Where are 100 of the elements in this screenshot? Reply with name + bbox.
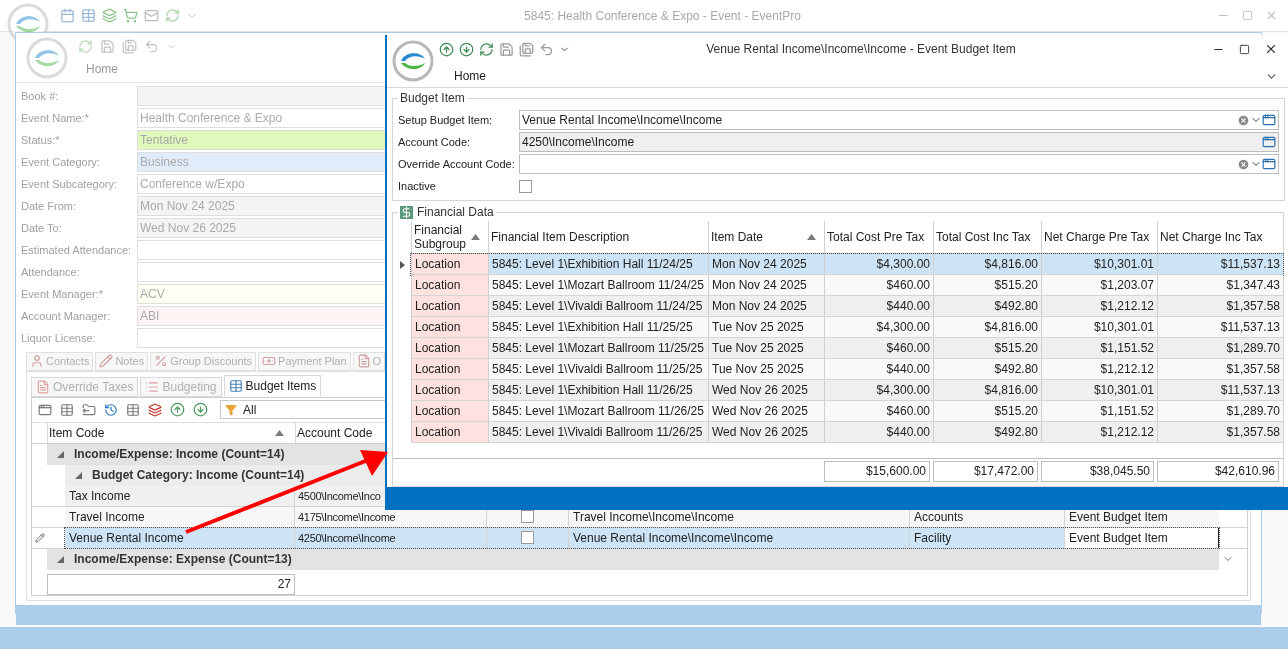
table-cell: $515.20 bbox=[933, 338, 1041, 358]
table-cell: Tue Nov 25 2025 bbox=[708, 359, 824, 379]
table-cell: $4,816.00 bbox=[933, 317, 1041, 337]
field-label: Date To: bbox=[20, 220, 63, 236]
table-cell: $11,537.13 bbox=[1157, 317, 1283, 337]
table-cell-text: Event Budget Item bbox=[1068, 508, 1169, 526]
table-cell: $4,300.00 bbox=[824, 380, 933, 400]
field-label: Inactive bbox=[398, 178, 437, 194]
table-cell: Location bbox=[411, 275, 488, 295]
table-cell: Mon Nov 24 2025 bbox=[708, 275, 824, 295]
field-label: Estimated Attendance: bbox=[20, 242, 133, 258]
table-cell: $1,357.58 bbox=[1157, 359, 1283, 379]
input-field[interactable]: Event Budget Item bbox=[1065, 527, 1219, 548]
table-cell: $1,151.52 bbox=[1041, 338, 1157, 358]
table-cell: 5845: Level 1\Mozart Ballroom 11/24/25 bbox=[488, 275, 708, 295]
table-cell: $4,816.00 bbox=[933, 254, 1041, 274]
table-cell: Location bbox=[411, 338, 488, 358]
table-cell: $10,301.01 bbox=[1041, 380, 1157, 400]
field-label: Event Name:* bbox=[20, 110, 90, 126]
table-cell: $440.00 bbox=[824, 359, 933, 379]
table-cell: Tax Income bbox=[65, 485, 295, 506]
table-cell: $1,151.52 bbox=[1041, 401, 1157, 421]
table-cell: $460.00 bbox=[824, 338, 933, 358]
table-cell: Location bbox=[411, 254, 488, 274]
field-label: Attendance: bbox=[20, 264, 81, 280]
total-field: $42,610.96 bbox=[1157, 461, 1279, 482]
table-cell: Mon Nov 24 2025 bbox=[708, 254, 824, 274]
table-cell: 5845: Level 1\Exhibition Hall 11/26/25 bbox=[488, 380, 708, 400]
table-cell: $10,301.01 bbox=[1041, 317, 1157, 337]
ribbon-tab[interactable]: Home bbox=[439, 67, 486, 85]
table-cell: Wed Nov 26 2025 bbox=[708, 401, 824, 421]
table-cell: 5845: Level 1\Vivaldi Ballroom 11/24/25 bbox=[488, 296, 708, 316]
field-label: Event Category: bbox=[20, 154, 101, 170]
table-cell: Travel Income bbox=[65, 506, 295, 527]
field-label: Date From: bbox=[20, 198, 77, 214]
table-cell: Location bbox=[411, 317, 488, 337]
table-cell: $460.00 bbox=[824, 275, 933, 295]
table-cell: 5845: Level 1\Mozart Ballroom 11/25/25 bbox=[488, 338, 708, 358]
table-cell: 5845: Level 1\Exhibition Hall 11/24/25 bbox=[488, 254, 708, 274]
table-cell: $10,301.01 bbox=[1041, 254, 1157, 274]
field-label: Status:* bbox=[20, 132, 61, 148]
table-cell: $1,357.58 bbox=[1157, 422, 1283, 442]
table-cell: $515.20 bbox=[933, 401, 1041, 421]
table-cell: 5845: Level 1\Vivaldi Ballroom 11/25/25 bbox=[488, 359, 708, 379]
table-cell: $1,347.43 bbox=[1157, 275, 1283, 295]
field-label: Setup Budget Item: bbox=[398, 112, 494, 128]
table-cell: Venue Rental Income bbox=[65, 527, 295, 548]
table-cell: $460.00 bbox=[824, 401, 933, 421]
table-cell: Location bbox=[411, 380, 488, 400]
table-cell: $1,203.07 bbox=[1041, 275, 1157, 295]
table-cell: Venue Rental Income\Income\Income bbox=[569, 527, 910, 548]
table-cell: $4,300.00 bbox=[824, 254, 933, 274]
table-cell: Location bbox=[411, 296, 488, 316]
table-cell: $1,357.58 bbox=[1157, 296, 1283, 316]
table-cell: Location bbox=[411, 359, 488, 379]
table-cell: 5845: Level 1\Vivaldi Ballroom 11/26/25 bbox=[488, 422, 708, 442]
table-cell: 4250\Income\Income bbox=[295, 527, 487, 548]
lookup-field[interactable]: Venue Rental Income\Income\Income bbox=[519, 110, 1279, 130]
window-title: 5845: Health Conference & Expo - Event - EventPro bbox=[523, 7, 802, 25]
window-title: Venue Rental Income\Income\Income - Event Budget Item bbox=[705, 41, 1017, 58]
table-cell: $492.80 bbox=[933, 296, 1041, 316]
table-cell: $1,289.70 bbox=[1157, 401, 1283, 421]
total-field: $17,472.00 bbox=[933, 461, 1038, 482]
table-cell: $492.80 bbox=[933, 359, 1041, 379]
total-field: $15,600.00 bbox=[824, 461, 930, 482]
table-cell: Wed Nov 26 2025 bbox=[708, 380, 824, 400]
column-header[interactable]: Item Code bbox=[47, 422, 295, 443]
table-cell: $11,537.13 bbox=[1157, 254, 1283, 274]
tab[interactable]: Budget Items bbox=[223, 374, 322, 397]
table-cell: $4,816.00 bbox=[933, 380, 1041, 400]
table-cell: $1,289.70 bbox=[1157, 338, 1283, 358]
total-field: 27 bbox=[47, 573, 295, 595]
field-label: Book #: bbox=[20, 88, 60, 104]
table-cell: $515.20 bbox=[933, 275, 1041, 295]
table-cell: Wed Nov 26 2025 bbox=[708, 422, 824, 442]
table-cell: Tue Nov 25 2025 bbox=[708, 338, 824, 358]
table-cell: Location bbox=[411, 401, 488, 421]
table-cell: $440.00 bbox=[824, 422, 933, 442]
table-cell: $11,537.13 bbox=[1157, 380, 1283, 400]
input-field[interactable]: 4250\Income\Income bbox=[519, 132, 1279, 152]
field-label: Account Manager: bbox=[20, 308, 112, 324]
table-cell: $1,212.12 bbox=[1041, 422, 1157, 442]
field-label: Override Account Code: bbox=[398, 156, 516, 172]
table-cell: Mon Nov 24 2025 bbox=[708, 296, 824, 316]
table-cell: 5845: Level 1\Exhibition Hall 11/25/25 bbox=[488, 317, 708, 337]
field-label: Event Manager:* bbox=[20, 286, 104, 302]
table-cell: Tue Nov 25 2025 bbox=[708, 317, 824, 337]
group-title: Financial Data bbox=[417, 204, 494, 221]
table-cell: $1,212.12 bbox=[1041, 296, 1157, 316]
table-cell: 5845: Level 1\Mozart Ballroom 11/26/25 bbox=[488, 401, 708, 421]
table-cell: $440.00 bbox=[824, 296, 933, 316]
group-row[interactable]: Income/Expense: Expense (Count=13) bbox=[47, 548, 1219, 570]
field-label: Liquor License: bbox=[20, 330, 97, 346]
table-cell: Location bbox=[411, 422, 488, 442]
group-title: Budget Item bbox=[399, 90, 466, 107]
total-field: $38,045.50 bbox=[1041, 461, 1154, 482]
field-label: Account Code: bbox=[398, 134, 472, 150]
field-label: Event Subcategory: bbox=[20, 176, 118, 192]
table-cell: $4,300.00 bbox=[824, 317, 933, 337]
table-cell: $492.80 bbox=[933, 422, 1041, 442]
